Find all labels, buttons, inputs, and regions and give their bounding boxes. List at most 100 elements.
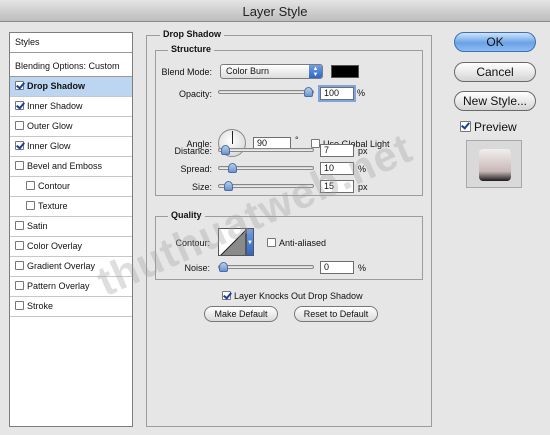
style-item-label: Contour: [38, 181, 71, 191]
noise-input[interactable]: 0: [320, 261, 354, 274]
make-default-button[interactable]: Make Default: [204, 306, 278, 322]
size-slider-thumb[interactable]: [224, 181, 233, 191]
style-item-checkbox[interactable]: [15, 101, 24, 110]
contour-label: Contour:: [175, 238, 210, 248]
blend-mode-select[interactable]: Color Burn ▲ ▼: [220, 64, 323, 79]
style-item-label: Gradient Overlay: [27, 261, 96, 271]
style-item-pattern-overlay[interactable]: Pattern Overlay: [10, 277, 132, 297]
cancel-button[interactable]: Cancel: [454, 62, 536, 82]
style-item-outer-glow[interactable]: Outer Glow: [10, 117, 132, 137]
style-item-drop-shadow[interactable]: Drop Shadow: [10, 77, 132, 97]
style-item-styles[interactable]: Styles: [10, 33, 132, 53]
anti-aliased-box[interactable]: [267, 238, 276, 247]
opacity-unit: %: [357, 88, 366, 98]
style-item-label: Inner Glow: [27, 141, 71, 151]
distance-input[interactable]: 7: [320, 144, 354, 157]
noise-slider[interactable]: [218, 262, 314, 272]
styles-list: Styles Blending Options: Custom Drop Shado…: [9, 32, 133, 427]
size-input[interactable]: 15: [320, 180, 354, 193]
contour-picker[interactable]: [218, 228, 246, 256]
style-item-label: Pattern Overlay: [27, 281, 90, 291]
dialog-content: Styles Blending Options: Custom Drop Shado…: [0, 22, 550, 435]
anti-aliased-label: Anti-aliased: [279, 238, 327, 248]
distance-unit: px: [358, 146, 368, 156]
preview-box-check[interactable]: [460, 121, 471, 132]
style-item-label: Outer Glow: [27, 121, 73, 131]
style-item-checkbox[interactable]: [15, 141, 24, 150]
structure-title: Structure: [168, 44, 215, 54]
style-item-checkbox[interactable]: [15, 241, 24, 250]
shadow-color-swatch[interactable]: [331, 65, 359, 78]
anti-aliased-checkbox[interactable]: Anti-aliased: [267, 238, 326, 248]
style-item-checkbox[interactable]: [26, 201, 35, 210]
style-item-checkbox[interactable]: [15, 301, 24, 310]
style-item-checkbox[interactable]: [15, 261, 24, 270]
layer-knocks-out-label: Layer Knocks Out Drop Shadow: [234, 291, 363, 301]
style-item-checkbox[interactable]: [15, 161, 24, 170]
contour-curve-icon: [220, 230, 245, 255]
preview-checkbox[interactable]: Preview: [460, 120, 517, 134]
spread-input[interactable]: 10: [320, 162, 354, 175]
use-global-light-box[interactable]: [311, 139, 320, 148]
style-item-satin[interactable]: Satin: [10, 217, 132, 237]
noise-label: Noise:: [184, 263, 210, 273]
style-item-bevel-and-emboss[interactable]: Bevel and Emboss: [10, 157, 132, 177]
style-item-stroke[interactable]: Stroke: [10, 297, 132, 317]
noise-slider-thumb[interactable]: [219, 262, 228, 272]
blend-mode-value: Color Burn: [226, 66, 270, 76]
title-bar: Layer Style: [0, 0, 550, 22]
style-item-checkbox[interactable]: [15, 81, 24, 90]
style-item-color-overlay[interactable]: Color Overlay: [10, 237, 132, 257]
new-style-button[interactable]: New Style...: [454, 91, 536, 111]
style-item-gradient-overlay[interactable]: Gradient Overlay: [10, 257, 132, 277]
style-item-texture[interactable]: Texture: [10, 197, 132, 217]
spread-slider-thumb[interactable]: [228, 163, 237, 173]
style-item-inner-shadow[interactable]: Inner Shadow: [10, 97, 132, 117]
window-title: Layer Style: [242, 4, 308, 19]
distance-slider-thumb[interactable]: [221, 145, 230, 155]
style-item-label: Texture: [38, 201, 68, 211]
opacity-label: Opacity:: [178, 89, 212, 99]
style-item-label: Drop Shadow: [27, 81, 85, 91]
style-item-checkbox[interactable]: [26, 181, 35, 190]
opacity-slider[interactable]: [218, 87, 314, 97]
drop-shadow-title: Drop Shadow: [160, 29, 224, 39]
style-item-blending-options-custom[interactable]: Blending Options: Custom: [10, 57, 132, 77]
style-item-checkbox[interactable]: [15, 281, 24, 290]
style-item-label: Stroke: [27, 301, 54, 311]
distance-slider[interactable]: [218, 145, 314, 155]
blend-mode-label: Blend Mode:: [161, 67, 212, 77]
noise-unit: %: [358, 263, 367, 273]
quality-title: Quality: [168, 210, 205, 220]
style-item-label: Satin: [27, 221, 48, 231]
opacity-input[interactable]: 100: [320, 87, 354, 100]
ok-button[interactable]: OK: [454, 32, 536, 52]
select-arrows-icon: ▲ ▼: [309, 65, 322, 78]
size-slider[interactable]: [218, 181, 314, 191]
preview-label: Preview: [474, 120, 517, 134]
style-item-label: Color Overlay: [27, 241, 83, 251]
style-item-label: Styles: [15, 37, 40, 47]
spread-unit: %: [358, 164, 367, 174]
spread-slider[interactable]: [218, 163, 314, 173]
style-item-inner-glow[interactable]: Inner Glow: [10, 137, 132, 157]
style-item-checkbox[interactable]: [15, 221, 24, 230]
spread-label: Spread:: [180, 164, 212, 174]
size-label: Size:: [191, 182, 212, 192]
style-item-label: Bevel and Emboss: [27, 161, 103, 171]
preview-thumbnail: [466, 140, 522, 188]
layer-knocks-out-box[interactable]: [222, 291, 231, 300]
style-item-label: Blending Options: Custom: [15, 61, 120, 71]
contour-dropdown-arrow-icon[interactable]: ▼: [246, 228, 254, 256]
angle-unit: °: [295, 135, 299, 145]
opacity-slider-thumb[interactable]: [304, 87, 313, 97]
style-item-label: Inner Shadow: [27, 101, 83, 111]
style-item-checkbox[interactable]: [15, 121, 24, 130]
angle-needle: [232, 131, 233, 144]
layer-knocks-out-checkbox[interactable]: Layer Knocks Out Drop Shadow: [222, 291, 363, 301]
style-item-contour[interactable]: Contour: [10, 177, 132, 197]
distance-label: Distance:: [174, 146, 212, 156]
reset-to-default-button[interactable]: Reset to Default: [294, 306, 378, 322]
size-unit: px: [358, 182, 368, 192]
preview-swatch: [479, 149, 511, 181]
